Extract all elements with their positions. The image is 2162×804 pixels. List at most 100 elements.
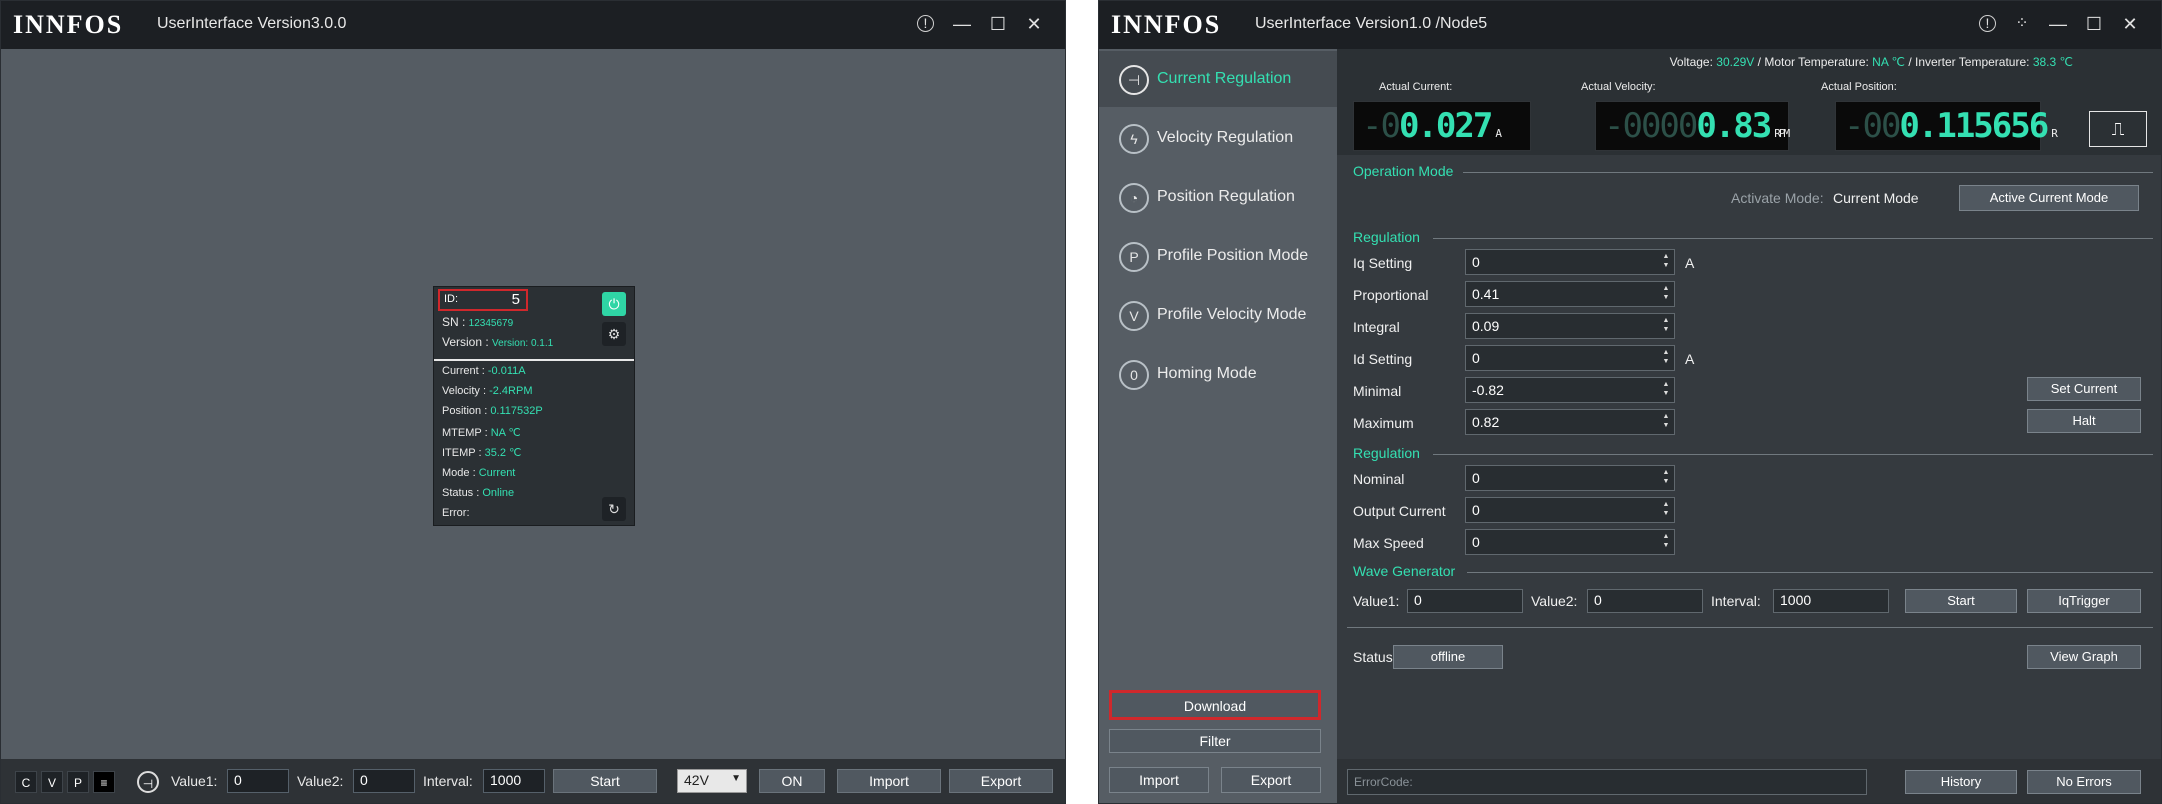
current-mode-icon[interactable]: ⊣ [137,771,159,793]
velocity-regulation-icon: ϟ [1119,124,1149,154]
max-speed-input[interactable]: 0 ▲ ▼ [1465,529,1675,555]
spin-arrows-icon[interactable]: ▲ ▼ [1662,500,1670,518]
id-field[interactable]: ID: 5 [438,289,528,311]
spin-arrows-icon[interactable]: ▲ ▼ [1662,252,1670,270]
sidebar-item-label: Profile Velocity Mode [1157,306,1307,323]
output-current-input[interactable]: 0 ▲ ▼ [1465,497,1675,523]
close-button[interactable]: ✕ [2117,11,2143,37]
spin-arrows-icon[interactable]: ▲ ▼ [1662,284,1670,302]
card-row-value: 0.117532P [490,405,543,417]
id-unit: A [1685,351,1695,367]
no-errors-button[interactable]: No Errors [2027,770,2141,794]
nominal-input[interactable]: 0 ▲ ▼ [1465,465,1675,491]
sidebar-item-label: Homing Mode [1157,365,1257,382]
view-graph-button[interactable]: View Graph [2027,645,2141,669]
window-node5: INNFOS UserInterface Version1.0 /Node5 !… [1098,0,2162,804]
spin-arrows-icon[interactable]: ▲ ▼ [1662,412,1670,430]
maximize-button[interactable]: ☐ [985,11,1011,37]
iqtrigger-button[interactable]: IqTrigger [2027,589,2141,613]
value1-label: Value1: [171,773,218,789]
card-row-label: Status : [442,487,483,499]
filter-button[interactable]: Filter [1109,729,1321,753]
sn-label: SN : [442,315,469,329]
iq-setting-input[interactable]: 0 ▲ ▼ [1465,249,1675,275]
active-current-mode-button[interactable]: Active Current Mode [1959,185,2139,211]
card-row-mode: Mode : Current [442,467,515,479]
card-row-mtemp: MTEMP : NA ℃ [442,426,521,439]
actuator-card[interactable]: ID: 5 ⏻ ⚙ SN : 12345679 Version : Versio… [433,286,635,526]
regulation-title-2: Regulation [1353,445,1420,461]
power-icon[interactable]: ⏻ [602,292,626,316]
minimize-button[interactable]: — [949,11,975,37]
grid-icon[interactable]: ⁘ [2009,11,2035,37]
maximize-button[interactable]: ☐ [2081,11,2107,37]
card-row-label: ITEMP : [442,447,485,459]
id-setting-input[interactable]: 0 ▲ ▼ [1465,345,1675,371]
spin-arrows-icon[interactable]: ▲ ▼ [1662,348,1670,366]
mode-button-v[interactable]: V [41,771,63,793]
import-button[interactable]: Import [837,769,941,793]
wave-value2-input[interactable]: 0 [1587,589,1703,613]
import-button[interactable]: Import [1109,767,1209,793]
spin-arrows-icon[interactable]: ▲ ▼ [1662,380,1670,398]
mode-button-p[interactable]: P [67,771,89,793]
display-dim-digits: -000.115656 R [1844,106,2058,146]
voltage-value: 30.29V [1716,55,1755,69]
wave-start-button[interactable]: Start [1905,589,2017,613]
operation-mode-title: Operation Mode [1353,163,1454,179]
start-button[interactable]: Start [553,769,657,793]
spin-arrows-icon[interactable]: ▲ ▼ [1662,316,1670,334]
value1-input[interactable]: 0 [227,769,289,793]
card-row-itemp: ITEMP : 35.2 ℃ [442,446,521,459]
sidebar-item-label: Velocity Regulation [1157,129,1294,146]
sidebar-item-profile-position[interactable]: P Profile Position Mode [1099,228,1337,284]
sidebar-item-homing-mode[interactable]: 0 Homing Mode [1099,346,1337,402]
actual-position-label: Actual Position: [1821,81,1897,93]
card-row-label: Error: [442,507,470,519]
sidebar-item-profile-velocity[interactable]: V Profile Velocity Mode [1099,287,1337,343]
card-row-label: Velocity : [442,385,490,397]
errorcode-field[interactable]: ErrorCode: [1347,769,1867,795]
display-value: 0.83 [1696,106,1772,146]
minimal-input[interactable]: -0.82 ▲ ▼ [1465,377,1675,403]
set-current-button[interactable]: Set Current [2027,377,2141,401]
spin-arrows-icon[interactable]: ▲ ▼ [1662,532,1670,550]
gear-icon[interactable]: ⚙ [602,322,626,346]
close-button[interactable]: ✕ [1021,11,1047,37]
export-button[interactable]: Export [949,769,1053,793]
download-button[interactable]: Download [1109,690,1321,720]
sidebar-item-position-regulation[interactable]: ◔ Position Regulation [1099,169,1337,225]
actual-position-display: -000.115656 R [1835,101,2058,151]
window-title: UserInterface Version1.0 /Node5 [1255,15,1488,32]
card-row-label: MTEMP : [442,427,491,439]
mode-button-c[interactable]: C [15,771,37,793]
export-button[interactable]: Export [1221,767,1321,793]
info-icon[interactable]: ! [1979,15,1996,32]
minimize-button[interactable]: — [2045,11,2071,37]
on-button[interactable]: ON [759,769,825,793]
list-icon[interactable]: ≡ [93,771,115,793]
sidebar-item-current-regulation[interactable]: ⊣ Current Regulation [1099,51,1337,107]
interval-input[interactable]: 1000 [483,769,545,793]
wave-value1-input[interactable]: 0 [1407,589,1523,613]
history-button[interactable]: History [1905,770,2017,794]
info-icon[interactable]: ! [917,15,934,32]
voltage-select[interactable]: 42V ▼ [677,769,747,793]
max-speed-label: Max Speed [1353,535,1424,551]
version-label: Version : [442,335,493,349]
maximum-input[interactable]: 0.82 ▲ ▼ [1465,409,1675,435]
halt-button[interactable]: Halt [2027,409,2141,433]
integral-input[interactable]: 0.09 ▲ ▼ [1465,313,1675,339]
motor-temp-value: NA ℃ [1872,55,1905,69]
iq-setting-label: Iq Setting [1353,255,1413,271]
wave-interval-input[interactable]: 1000 [1773,589,1889,613]
plot-icon[interactable]: ⎍ [2089,111,2147,147]
spin-arrows-icon[interactable]: ▲ ▼ [1662,468,1670,486]
dim-digits: -00 [1844,106,1901,146]
bottom-toolbar: C V P ≡ ⊣ Value1: 0 Value2: 0 Interval: … [1,759,1065,803]
sidebar-item-velocity-regulation[interactable]: ϟ Velocity Regulation [1099,110,1337,166]
refresh-icon[interactable]: ↻ [602,497,626,521]
value2-input[interactable]: 0 [353,769,415,793]
spin-value: 0 [1472,534,1480,550]
proportional-input[interactable]: 0.41 ▲ ▼ [1465,281,1675,307]
